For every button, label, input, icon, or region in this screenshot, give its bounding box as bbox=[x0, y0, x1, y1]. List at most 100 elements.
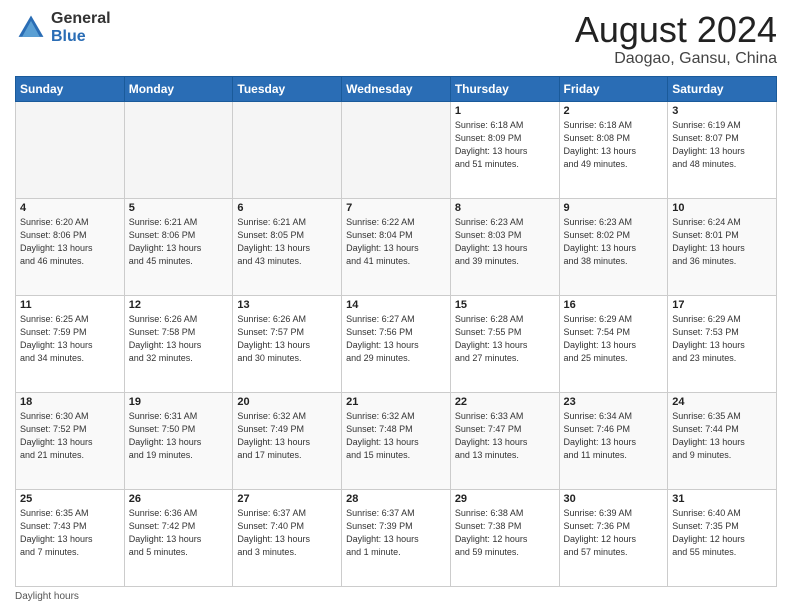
calendar-cell bbox=[233, 101, 342, 198]
logo: General Blue bbox=[15, 10, 111, 45]
calendar-cell: 21 Sunrise: 6:32 AM Sunset: 7:48 PM Dayli… bbox=[342, 392, 451, 489]
day-number: 14 bbox=[346, 299, 446, 311]
day-number: 26 bbox=[129, 493, 229, 505]
calendar-week-row: 25 Sunrise: 6:35 AM Sunset: 7:43 PM Dayli… bbox=[16, 489, 777, 586]
calendar-cell: 4Sunrise: 6:20 AM Sunset: 8:06 PM Daylig… bbox=[16, 198, 125, 295]
calendar-cell: 11 Sunrise: 6:25 AM Sunset: 7:59 PM Dayli… bbox=[16, 295, 125, 392]
calendar: SundayMondayTuesdayWednesdayThursdayFrid… bbox=[15, 76, 777, 587]
day-info: Sunrise: 6:19 AM Sunset: 8:07 PM Dayligh… bbox=[672, 119, 772, 171]
day-number: 27 bbox=[237, 493, 337, 505]
day-info: Sunrise: 6:22 AM Sunset: 8:04 PM Dayligh… bbox=[346, 216, 446, 268]
day-number: 28 bbox=[346, 493, 446, 505]
day-info: Sunrise: 6:29 AM Sunset: 7:53 PM Dayligh… bbox=[672, 313, 772, 365]
day-number: 3 bbox=[672, 105, 772, 117]
day-info: Sunrise: 6:27 AM Sunset: 7:56 PM Dayligh… bbox=[346, 313, 446, 365]
day-number: 31 bbox=[672, 493, 772, 505]
calendar-cell: 27 Sunrise: 6:37 AM Sunset: 7:40 PM Dayli… bbox=[233, 489, 342, 586]
day-info: Sunrise: 6:21 AM Sunset: 8:05 PM Dayligh… bbox=[237, 216, 337, 268]
day-number: 13 bbox=[237, 299, 337, 311]
day-info: Sunrise: 6:23 AM Sunset: 8:02 PM Dayligh… bbox=[564, 216, 664, 268]
day-info: Sunrise: 6:35 AM Sunset: 7:44 PM Dayligh… bbox=[672, 410, 772, 462]
day-number: 7 bbox=[346, 202, 446, 214]
calendar-cell: 24Sunrise: 6:35 AM Sunset: 7:44 PM Dayli… bbox=[668, 392, 777, 489]
calendar-cell: 9Sunrise: 6:23 AM Sunset: 8:02 PM Daylig… bbox=[559, 198, 668, 295]
calendar-cell: 31 Sunrise: 6:40 AM Sunset: 7:35 PM Dayli… bbox=[668, 489, 777, 586]
calendar-cell bbox=[342, 101, 451, 198]
calendar-cell: 7 Sunrise: 6:22 AM Sunset: 8:04 PM Daylig… bbox=[342, 198, 451, 295]
calendar-day-header: Tuesday bbox=[233, 76, 342, 101]
day-info: Sunrise: 6:29 AM Sunset: 7:54 PM Dayligh… bbox=[564, 313, 664, 365]
day-info: Sunrise: 6:32 AM Sunset: 7:48 PM Dayligh… bbox=[346, 410, 446, 462]
calendar-cell: 19 Sunrise: 6:31 AM Sunset: 7:50 PM Dayli… bbox=[124, 392, 233, 489]
header: General Blue August 2024 Daogao, Gansu, … bbox=[15, 10, 777, 68]
calendar-cell: 30Sunrise: 6:39 AM Sunset: 7:36 PM Dayli… bbox=[559, 489, 668, 586]
day-number: 11 bbox=[20, 299, 120, 311]
calendar-week-row: 4Sunrise: 6:20 AM Sunset: 8:06 PM Daylig… bbox=[16, 198, 777, 295]
logo-text: General Blue bbox=[51, 10, 111, 45]
calendar-cell: 20Sunrise: 6:32 AM Sunset: 7:49 PM Dayli… bbox=[233, 392, 342, 489]
calendar-cell: 6 Sunrise: 6:21 AM Sunset: 8:05 PM Daylig… bbox=[233, 198, 342, 295]
day-number: 5 bbox=[129, 202, 229, 214]
day-info: Sunrise: 6:37 AM Sunset: 7:39 PM Dayligh… bbox=[346, 507, 446, 559]
calendar-cell: 12 Sunrise: 6:26 AM Sunset: 7:58 PM Dayli… bbox=[124, 295, 233, 392]
calendar-day-header: Friday bbox=[559, 76, 668, 101]
day-info: Sunrise: 6:36 AM Sunset: 7:42 PM Dayligh… bbox=[129, 507, 229, 559]
sub-title: Daogao, Gansu, China bbox=[575, 50, 777, 68]
day-number: 22 bbox=[455, 396, 555, 408]
page: General Blue August 2024 Daogao, Gansu, … bbox=[0, 0, 792, 612]
calendar-cell: 28 Sunrise: 6:37 AM Sunset: 7:39 PM Dayli… bbox=[342, 489, 451, 586]
day-number: 6 bbox=[237, 202, 337, 214]
calendar-cell: 13 Sunrise: 6:26 AM Sunset: 7:57 PM Dayli… bbox=[233, 295, 342, 392]
day-number: 17 bbox=[672, 299, 772, 311]
day-info: Sunrise: 6:40 AM Sunset: 7:35 PM Dayligh… bbox=[672, 507, 772, 559]
logo-icon bbox=[15, 12, 47, 44]
day-number: 8 bbox=[455, 202, 555, 214]
calendar-cell: 3 Sunrise: 6:19 AM Sunset: 8:07 PM Daylig… bbox=[668, 101, 777, 198]
day-info: Sunrise: 6:26 AM Sunset: 7:58 PM Dayligh… bbox=[129, 313, 229, 365]
calendar-cell: 23Sunrise: 6:34 AM Sunset: 7:46 PM Dayli… bbox=[559, 392, 668, 489]
calendar-header-row: SundayMondayTuesdayWednesdayThursdayFrid… bbox=[16, 76, 777, 101]
day-info: Sunrise: 6:37 AM Sunset: 7:40 PM Dayligh… bbox=[237, 507, 337, 559]
calendar-cell bbox=[16, 101, 125, 198]
day-info: Sunrise: 6:31 AM Sunset: 7:50 PM Dayligh… bbox=[129, 410, 229, 462]
day-info: Sunrise: 6:34 AM Sunset: 7:46 PM Dayligh… bbox=[564, 410, 664, 462]
title-block: August 2024 Daogao, Gansu, China bbox=[575, 10, 777, 68]
calendar-cell: 22 Sunrise: 6:33 AM Sunset: 7:47 PM Dayli… bbox=[450, 392, 559, 489]
day-number: 2 bbox=[564, 105, 664, 117]
calendar-week-row: 18 Sunrise: 6:30 AM Sunset: 7:52 PM Dayli… bbox=[16, 392, 777, 489]
daylight-hours-label: Daylight hours bbox=[15, 591, 79, 602]
calendar-cell: 25 Sunrise: 6:35 AM Sunset: 7:43 PM Dayli… bbox=[16, 489, 125, 586]
calendar-cell: 29 Sunrise: 6:38 AM Sunset: 7:38 PM Dayli… bbox=[450, 489, 559, 586]
footer: Daylight hours bbox=[15, 591, 777, 602]
day-info: Sunrise: 6:18 AM Sunset: 8:08 PM Dayligh… bbox=[564, 119, 664, 171]
day-info: Sunrise: 6:18 AM Sunset: 8:09 PM Dayligh… bbox=[455, 119, 555, 171]
day-info: Sunrise: 6:26 AM Sunset: 7:57 PM Dayligh… bbox=[237, 313, 337, 365]
day-number: 12 bbox=[129, 299, 229, 311]
main-title: August 2024 bbox=[575, 10, 777, 50]
calendar-cell bbox=[124, 101, 233, 198]
calendar-cell: 5Sunrise: 6:21 AM Sunset: 8:06 PM Daylig… bbox=[124, 198, 233, 295]
day-number: 10 bbox=[672, 202, 772, 214]
calendar-cell: 2 Sunrise: 6:18 AM Sunset: 8:08 PM Daylig… bbox=[559, 101, 668, 198]
day-info: Sunrise: 6:38 AM Sunset: 7:38 PM Dayligh… bbox=[455, 507, 555, 559]
calendar-day-header: Monday bbox=[124, 76, 233, 101]
day-number: 1 bbox=[455, 105, 555, 117]
day-info: Sunrise: 6:33 AM Sunset: 7:47 PM Dayligh… bbox=[455, 410, 555, 462]
day-info: Sunrise: 6:35 AM Sunset: 7:43 PM Dayligh… bbox=[20, 507, 120, 559]
day-number: 19 bbox=[129, 396, 229, 408]
day-number: 18 bbox=[20, 396, 120, 408]
day-number: 29 bbox=[455, 493, 555, 505]
calendar-cell: 16Sunrise: 6:29 AM Sunset: 7:54 PM Dayli… bbox=[559, 295, 668, 392]
day-info: Sunrise: 6:30 AM Sunset: 7:52 PM Dayligh… bbox=[20, 410, 120, 462]
calendar-week-row: 11 Sunrise: 6:25 AM Sunset: 7:59 PM Dayli… bbox=[16, 295, 777, 392]
calendar-cell: 15Sunrise: 6:28 AM Sunset: 7:55 PM Dayli… bbox=[450, 295, 559, 392]
day-info: Sunrise: 6:32 AM Sunset: 7:49 PM Dayligh… bbox=[237, 410, 337, 462]
day-number: 21 bbox=[346, 396, 446, 408]
day-number: 4 bbox=[20, 202, 120, 214]
calendar-cell: 8Sunrise: 6:23 AM Sunset: 8:03 PM Daylig… bbox=[450, 198, 559, 295]
calendar-cell: 10Sunrise: 6:24 AM Sunset: 8:01 PM Dayli… bbox=[668, 198, 777, 295]
day-number: 30 bbox=[564, 493, 664, 505]
calendar-day-header: Wednesday bbox=[342, 76, 451, 101]
day-info: Sunrise: 6:25 AM Sunset: 7:59 PM Dayligh… bbox=[20, 313, 120, 365]
day-number: 25 bbox=[20, 493, 120, 505]
